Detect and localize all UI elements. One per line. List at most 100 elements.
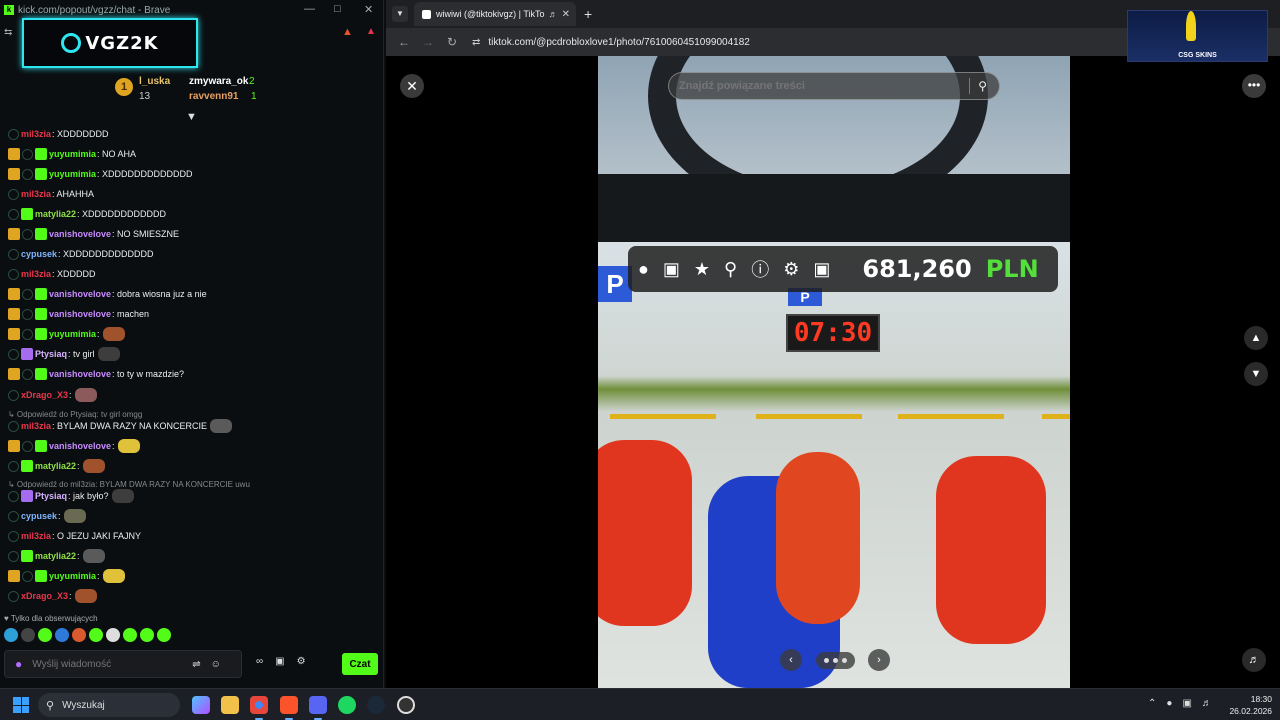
chat-emote-icon[interactable] (102, 569, 125, 583)
chat-username[interactable]: mil3zia (21, 129, 51, 139)
related-search-bar[interactable]: ⚲ (668, 72, 1000, 100)
address-bar[interactable]: ⇄ tiktok.com/@pcdrobloxlove1/photo/76100… (472, 31, 1132, 53)
brave-shield-icon[interactable]: ▲ (342, 26, 353, 38)
chat-emote-icon[interactable] (97, 347, 120, 361)
quick-emote[interactable] (106, 628, 120, 642)
chat-username[interactable]: vanishovelove (49, 309, 111, 319)
chat-username[interactable]: mil3zia (21, 421, 51, 431)
chat-message[interactable]: matylia22: XDDDDDDDDDDDD (0, 204, 380, 224)
tab-search-dropdown-icon[interactable]: ▼ (392, 6, 408, 22)
quick-emote[interactable] (4, 628, 18, 642)
copilot-icon[interactable] (192, 696, 210, 714)
chat-message[interactable]: yuyumimia: (0, 566, 380, 586)
settings-sliders-icon[interactable]: ⇆ (4, 27, 12, 38)
chat-message[interactable]: vanishovelove: (0, 436, 380, 456)
network-icon[interactable]: ▣ (1182, 698, 1191, 709)
chat-message[interactable]: xDrago_X3: (0, 385, 380, 405)
chat-emote-icon[interactable] (102, 327, 125, 341)
emoji-icon[interactable]: ☺ (211, 659, 221, 670)
volume-icon[interactable]: ♬ (1242, 648, 1266, 672)
chat-message[interactable]: mil3zia: XDDDDD (0, 264, 380, 284)
speaker-icon[interactable]: ♬ (1202, 698, 1212, 709)
chat-message[interactable]: vanishovelove: dobra wiosna juz a nie (0, 284, 380, 304)
post-photo[interactable]: P P ● ▣ ★ ⚲ ⓘ ⚙ ▣ 681,260 PLN 07:30 Znaj… (598, 56, 1070, 688)
chat-message[interactable]: Ptysiaq: jak było? (0, 486, 380, 506)
obs-icon[interactable] (397, 696, 415, 714)
chat-message[interactable]: xDrago_X3: (0, 586, 380, 606)
quick-emote[interactable] (55, 628, 69, 642)
chat-message[interactable]: yuyumimia: (0, 324, 380, 344)
chrome-icon[interactable] (250, 696, 268, 720)
quick-emote[interactable] (21, 628, 35, 642)
chat-username[interactable]: Ptysiaq (35, 491, 67, 501)
chat-message[interactable]: Ptysiaq: tv girl (0, 344, 380, 364)
related-search-input[interactable] (679, 80, 970, 92)
close-tab-icon[interactable]: ✕ (562, 9, 570, 20)
send-chat-button[interactable]: Czat (342, 653, 378, 675)
leader-second-name[interactable]: zmywara_ok (189, 76, 248, 87)
chat-username[interactable]: vanishovelove (49, 441, 111, 451)
chat-username[interactable]: yuyumimia (49, 149, 96, 159)
chat-message[interactable]: mil3zia: O JEZU JAKI FAJNY (0, 526, 380, 546)
close-icon[interactable]: ✕ (364, 3, 373, 16)
chat-username[interactable]: mil3zia (21, 531, 51, 541)
chat-username[interactable]: matylia22 (35, 209, 76, 219)
clock[interactable]: 18:30 26.02.2026 (1226, 693, 1272, 717)
steam-icon[interactable] (367, 696, 385, 714)
chat-message[interactable]: vanishovelove: to ty w mazdzie? (0, 364, 380, 384)
audio-playing-icon[interactable]: ♬ (549, 9, 558, 19)
gear-icon[interactable]: ⚙ (297, 656, 306, 667)
previous-post-icon[interactable]: ▲ (1244, 326, 1268, 350)
chat-message[interactable]: matylia22: (0, 546, 380, 566)
forward-icon[interactable]: → (422, 35, 434, 49)
chat-username[interactable]: yuyumimia (49, 329, 96, 339)
chat-emote-icon[interactable] (82, 549, 105, 563)
leader-first-name[interactable]: l_uska (139, 76, 170, 87)
chat-username[interactable]: matylia22 (35, 461, 76, 471)
reply-context[interactable]: ↳ Odpowiedź do Ptysiaq: tv girl omgg (8, 410, 142, 419)
chat-emote-icon[interactable] (210, 419, 233, 433)
back-icon[interactable]: ← (398, 35, 410, 49)
chat-message-input[interactable] (32, 658, 183, 670)
leader-third-name[interactable]: ravvenn91 (189, 91, 238, 102)
chat-username[interactable]: yuyumimia (49, 571, 96, 581)
chat-emote-icon[interactable] (117, 439, 140, 453)
chat-message[interactable]: yuyumimia: NO AHA (0, 144, 380, 164)
more-options-icon[interactable]: ••• (1242, 74, 1266, 98)
store-icon[interactable]: ▣ (275, 656, 284, 667)
translate-icon[interactable]: ⇌ (192, 659, 200, 670)
chat-message[interactable]: mil3zia: XDDDDDDD (0, 124, 380, 144)
chat-username[interactable]: yuyumimia (49, 169, 96, 179)
collapse-leaderboard-icon[interactable]: ▼ (186, 111, 197, 123)
chevron-up-icon[interactable]: ⌃ (1148, 698, 1156, 709)
next-post-icon[interactable]: ▼ (1244, 362, 1268, 386)
reply-context[interactable]: ↳ Odpowiedź do mil3zia: BYLAM DWA RAZY N… (8, 480, 250, 489)
site-info-icon[interactable]: ⇄ (472, 37, 480, 48)
previous-photo-icon[interactable]: ‹ (780, 649, 802, 671)
chat-message[interactable]: cypusek: XDDDDDDDDDDDDD (0, 244, 380, 264)
mentions-icon[interactable]: ∞ (256, 656, 263, 667)
chat-username[interactable]: xDrago_X3 (21, 591, 68, 601)
chat-username[interactable]: vanishovelove (49, 229, 111, 239)
chat-emote-icon[interactable] (74, 589, 97, 603)
quick-emote[interactable] (89, 628, 103, 642)
chat-username[interactable]: mil3zia (21, 189, 51, 199)
taskbar-search[interactable]: ⚲ Wyszukaj (38, 693, 180, 717)
windows-start-icon[interactable] (13, 697, 29, 713)
chat-username[interactable]: Ptysiaq (35, 349, 67, 359)
chat-username[interactable]: cypusek (21, 249, 57, 259)
file-explorer-icon[interactable] (221, 696, 239, 714)
tab-tiktok[interactable]: wiwiwi (@tiktokivgz) | TikTo ♬ ✕ (414, 2, 576, 26)
chat-message[interactable]: mil3zia: BYLAM DWA RAZY NA KONCERCIE (0, 416, 380, 436)
chat-username[interactable]: mil3zia (21, 269, 51, 279)
chat-message[interactable]: vanishovelove: NO SMIESZNE (0, 224, 380, 244)
maximize-icon[interactable]: □ (334, 3, 341, 15)
microphone-icon[interactable]: ● (1166, 698, 1172, 709)
reload-icon[interactable]: ↻ (446, 35, 458, 49)
quick-emote[interactable] (157, 628, 171, 642)
microphone-icon[interactable]: ● (15, 657, 22, 671)
spotify-icon[interactable] (338, 696, 356, 714)
chat-message[interactable]: yuyumimia: XDDDDDDDDDDDDD (0, 164, 380, 184)
chat-emote-icon[interactable] (82, 459, 105, 473)
search-icon[interactable]: ⚲ (978, 79, 987, 93)
